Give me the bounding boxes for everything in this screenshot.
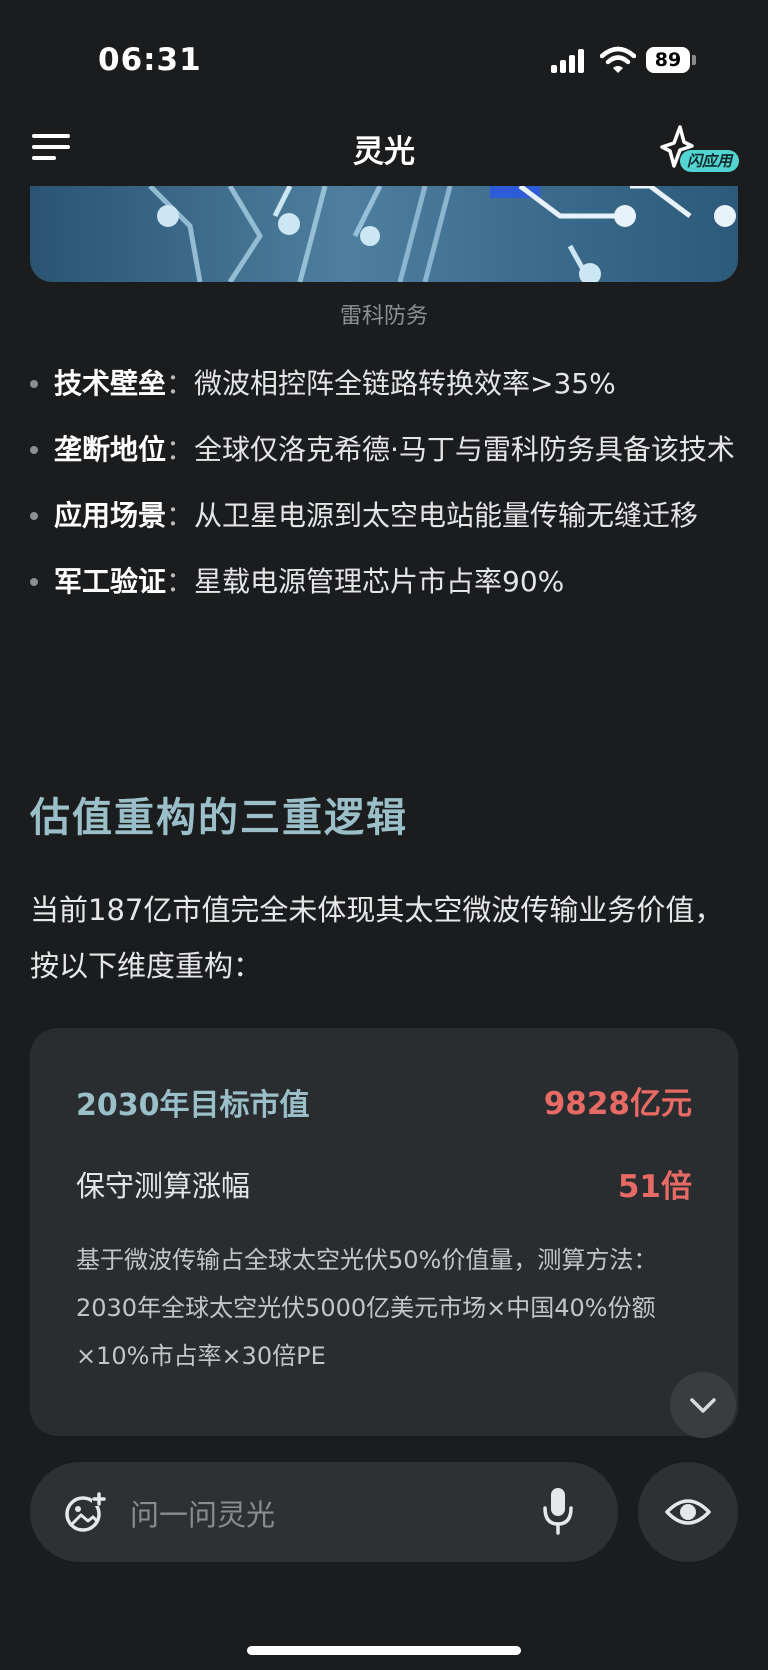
bullet-text: 微波相控阵全链路转换效率>35% [194,367,616,400]
mic-icon[interactable] [540,1486,576,1536]
scroll-down-button[interactable] [670,1372,736,1438]
bullet-text: 全球仅洛克希德·马丁与雷科防务具备该技术 [194,433,735,466]
bullet-term: 垄断地位 [54,433,167,466]
list-item: 垄断地位：全球仅洛克希德·马丁与雷科防务具备该技术 [30,426,740,474]
bullet-text: 从卫星电源到太空电站能量传输无缝迁移 [194,499,699,532]
status-bar: 06:31 89 [0,0,768,110]
section-paragraph: 当前187亿市值完全未体现其太空微波传输业务价值，按以下维度重构： [30,893,724,983]
target-market-cap-label: 2030年目标市值 [76,1088,310,1123]
flash-app-button[interactable]: 闪应用 [658,124,754,174]
chat-input-bar[interactable]: 问一问灵光 [30,1462,618,1562]
chat-input-placeholder[interactable]: 问一问灵光 [130,1492,275,1534]
banner-image [30,186,738,282]
bullet-sep: ： [166,367,195,400]
upside-label: 保守测算涨幅 [76,1169,251,1203]
bullet-sep: ： [166,565,195,598]
bullet-text: 星载电源管理芯片市占率90% [194,565,565,598]
battery-icon: 89 [646,47,698,75]
valuation-card: 2030年目标市值 9828亿元 保守测算涨幅 51倍 基于微波传输占全球太空光… [30,1028,738,1436]
home-indicator[interactable] [247,1646,521,1655]
list-item: 技术壁垒：微波相控阵全链路转换效率>35% [30,360,740,408]
nav-bar: 灵光 闪应用 [0,110,768,186]
signal-icon [551,49,587,73]
wifi-icon [600,46,636,73]
bullet-sep: ： [166,499,195,532]
vision-button[interactable] [638,1462,738,1562]
target-market-cap-value: 9828亿元 [543,1086,692,1122]
list-item: 军工验证：星载电源管理芯片市占率90% [30,558,740,606]
bullet-sep: ： [166,433,195,466]
upside-value: 51倍 [617,1169,692,1205]
image-add-icon[interactable] [64,1492,106,1532]
calculation-note: 基于微波传输占全球太空光伏50%价值量，测算方法：2030年全球太空光伏5000… [76,1246,658,1370]
feature-list: 技术壁垒：微波相控阵全链路转换效率>35% 垄断地位：全球仅洛克希德·马丁与雷科… [30,360,740,624]
flash-app-badge: 闪应用 [680,150,740,172]
eye-icon [665,1499,711,1525]
battery-level: 89 [646,47,690,73]
bullet-term: 应用场景 [54,499,167,532]
list-item: 应用场景：从卫星电源到太空电站能量传输无缝迁移 [30,492,740,540]
section-heading: 估值重构的三重逻辑 [30,794,408,841]
banner-caption: 雷科防务 [339,304,428,329]
chevron-down-icon [690,1398,716,1413]
bullet-term: 技术壁垒 [54,367,167,400]
status-time: 06:31 [98,42,202,78]
bullet-term: 军工验证 [54,565,167,598]
page-title: 灵光 [353,134,415,170]
